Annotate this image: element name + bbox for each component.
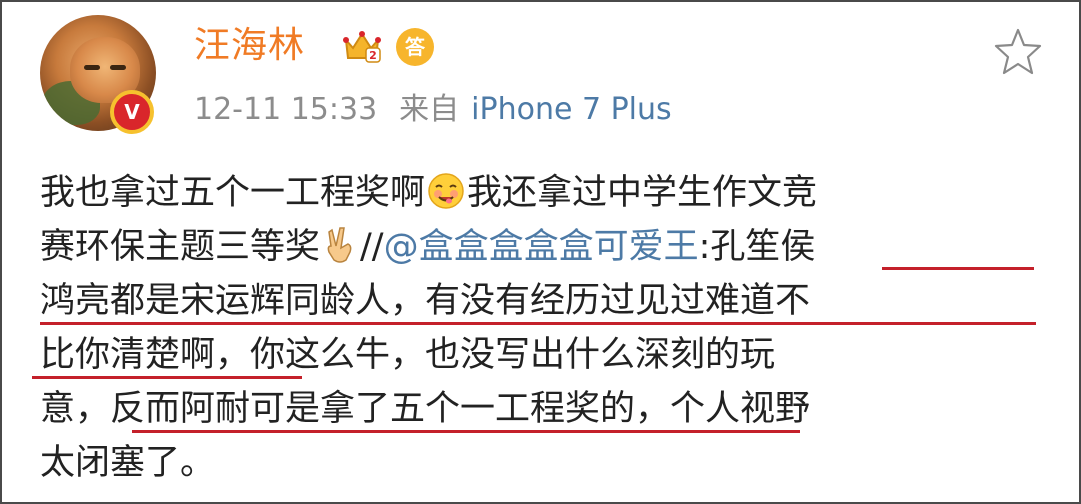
answer-badge-icon[interactable]: 答 [396,28,434,66]
source-prefix: 来自 [399,92,460,127]
post-meta: 12-11 15:33 来自 iPhone 7 Plus [194,90,672,130]
post-text-l1a: 我也拿过五个一工程奖啊 [40,173,426,213]
crown-member-icon[interactable]: 2 [342,28,382,64]
post-line-6: 太闭塞了。 [40,443,216,483]
weibo-post-card: V 汪海林 2 答 12-11 15:33 来自 iPhone 7 Plus 我也拿… [0,0,1081,504]
post-timestamp: 12-11 15:33 [194,92,378,127]
highlight-underline-2 [40,322,1036,325]
post-line-1: 我也拿过五个一工程奖啊 我还拿过中学生作文竞 [40,166,817,220]
post-text-l1b: 我还拿过中学生作文竞 [467,173,818,213]
mention-colon: : [698,227,711,267]
post-line-5: 意，反而阿耐可是拿了五个一工程奖的，个人视野 [40,389,811,429]
post-text-l2a: 赛环保主题三等奖 [40,227,321,267]
username[interactable]: 汪海林 [194,24,305,68]
post-line-2: 赛环保主题三等奖 //@盒盒盒盒盒可爱王:孔笙侯 [40,220,815,274]
avatar-eye-left [84,65,100,70]
verified-v-icon: V [110,90,154,134]
highlight-underline-3 [32,376,302,379]
repost-separator: // [360,227,384,267]
post-line-4: 比你清楚啊，你这么牛，也没写出什么深刻的玩 [40,335,776,375]
highlight-underline-1 [882,267,1034,270]
yummy-face-icon [428,173,464,209]
source-device-link[interactable]: iPhone 7 Plus [471,92,672,127]
post-text-l2b: 孔笙侯 [710,227,816,267]
avatar-eye-right [110,65,126,70]
star-outline-icon[interactable] [992,26,1044,78]
victory-hand-icon [327,227,352,263]
mention-link[interactable]: @盒盒盒盒盒可爱王 [384,227,699,267]
svg-text:2: 2 [369,49,377,62]
highlight-underline-4 [132,430,800,433]
post-line-3: 鸿亮都是宋运辉同龄人，有没有经历过见过难道不 [40,281,811,321]
